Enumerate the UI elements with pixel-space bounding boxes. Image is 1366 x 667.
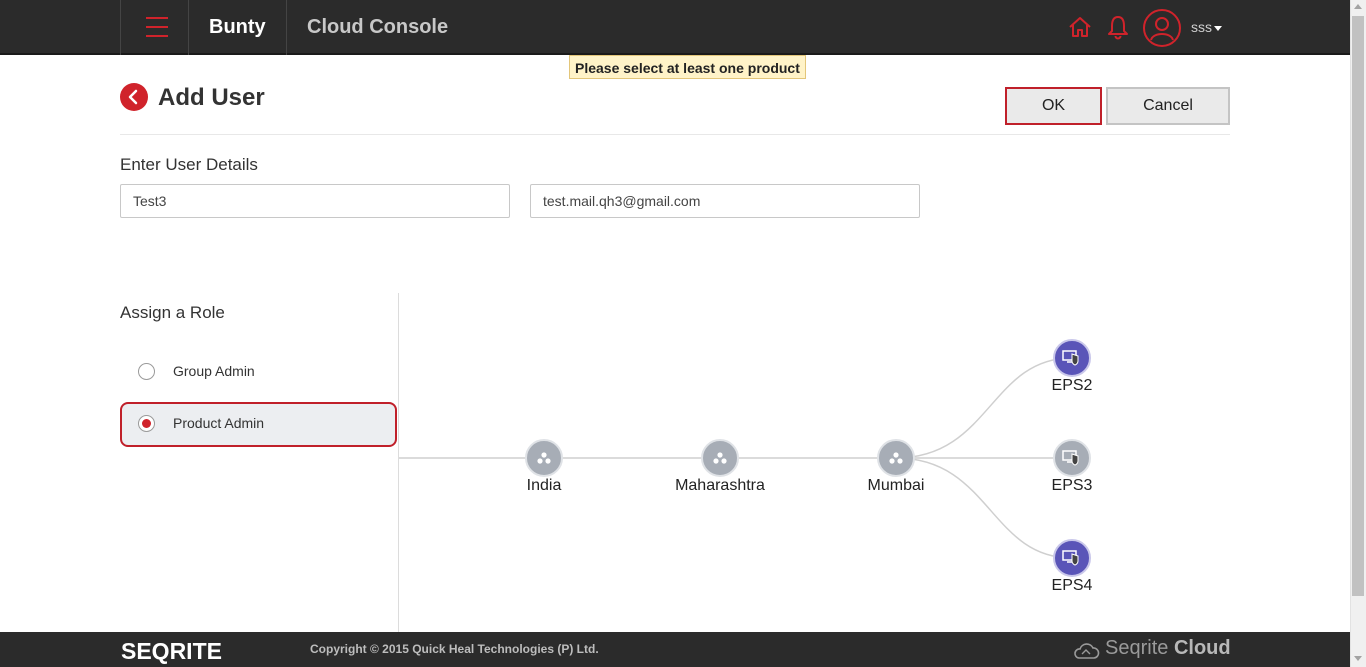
username-label: sss: [1191, 19, 1212, 35]
tree-node-india[interactable]: India: [525, 439, 563, 494]
chevron-down-icon: [1214, 25, 1222, 31]
divider: [120, 134, 1230, 135]
divider: [286, 0, 287, 55]
product-node-eps4[interactable]: EPS4: [1052, 539, 1093, 594]
divider: [120, 0, 121, 55]
tree-node-label: Mumbai: [868, 477, 925, 494]
radio-button[interactable]: [138, 363, 155, 380]
brand-name: Bunty: [209, 16, 266, 38]
menu-icon[interactable]: [146, 17, 168, 37]
cloud-icon: [1074, 643, 1100, 659]
email-field[interactable]: [530, 184, 920, 218]
product-label: EPS2: [1052, 377, 1093, 394]
tree-node-label: Maharashtra: [675, 477, 765, 494]
top-bar: Bunty Cloud Console sss: [0, 0, 1350, 55]
radio-button[interactable]: [138, 415, 155, 432]
role-label: Product Admin: [173, 415, 265, 431]
user-avatar[interactable]: [1143, 9, 1181, 47]
user-icon: [1150, 17, 1174, 41]
role-option-group-admin[interactable]: Group Admin: [120, 350, 397, 395]
home-icon[interactable]: [1067, 14, 1093, 40]
name-field[interactable]: [120, 184, 510, 218]
seqrite-logo: SEQRITE: [121, 638, 222, 664]
user-details-heading: Enter User Details: [120, 155, 258, 174]
product-node-eps3[interactable]: EPS3: [1052, 439, 1093, 494]
divider: [398, 293, 399, 632]
ok-button[interactable]: OK: [1005, 87, 1102, 125]
role-option-product-admin[interactable]: Product Admin: [120, 402, 397, 447]
chevron-left-icon: [128, 89, 138, 105]
copyright-text: Copyright © 2015 Quick Heal Technologies…: [310, 642, 599, 656]
cloud-brand-light: Seqrite: [1105, 637, 1174, 659]
tree-node-maharashtra[interactable]: Maharashtra: [675, 439, 765, 494]
scroll-down-arrow[interactable]: [1354, 656, 1362, 661]
page-title: Add User: [158, 84, 265, 111]
tree-node-mumbai[interactable]: Mumbai: [868, 439, 925, 494]
divider: [188, 0, 189, 55]
footer: SEQRITE Copyright © 2015 Quick Heal Tech…: [0, 632, 1350, 667]
assign-role-heading: Assign a Role: [120, 303, 225, 322]
app-title: Cloud Console: [307, 16, 449, 38]
radio-selected-dot: [142, 419, 151, 428]
cloud-brand: Seqrite Cloud: [1105, 637, 1231, 660]
tree-node-label: India: [527, 477, 562, 494]
validation-tooltip: Please select at least one product: [569, 55, 806, 79]
product-label: EPS3: [1052, 477, 1093, 494]
role-label: Group Admin: [173, 363, 255, 379]
cloud-brand-bold: Cloud: [1173, 637, 1231, 659]
cancel-button[interactable]: Cancel: [1106, 87, 1230, 125]
scrollbar-thumb[interactable]: [1352, 16, 1364, 596]
back-button[interactable]: [120, 83, 148, 111]
scroll-up-arrow[interactable]: [1354, 4, 1362, 9]
bell-icon[interactable]: [1105, 14, 1131, 40]
product-label: EPS4: [1052, 577, 1093, 594]
user-menu[interactable]: sss: [1191, 19, 1222, 35]
product-node-eps2[interactable]: EPS2: [1052, 339, 1093, 394]
